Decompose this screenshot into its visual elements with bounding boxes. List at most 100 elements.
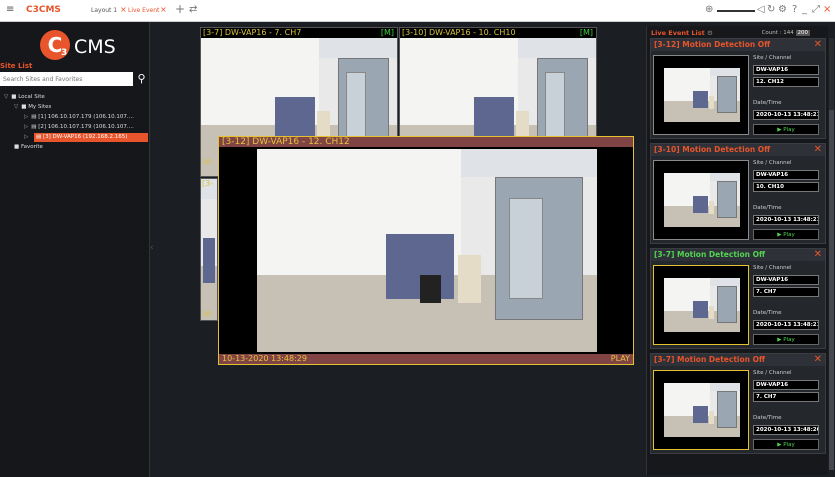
- play-button[interactable]: ▶ Play: [753, 124, 819, 135]
- close-icon[interactable]: ✕: [814, 249, 822, 260]
- event-site: DW-VAP16: [753, 275, 819, 285]
- add-tab-icon[interactable]: +: [175, 2, 185, 16]
- camera-timestamp: 10-: [202, 158, 214, 166]
- datetime-label: Date/Time: [753, 310, 782, 316]
- camera-mode-badge: [M]: [380, 28, 394, 37]
- focused-camera-view[interactable]: [3-12] DW-VAP16 - 12. CH12 10-13-2020 13…: [218, 136, 634, 365]
- back-icon[interactable]: ◁: [757, 4, 765, 15]
- site-list-panel: C 3 CMS Site List ⚲ ▽■ Local Site ▽■ My …: [0, 22, 150, 477]
- title-bar: ≡ C3CMS Layout 1 × Live Event × + ⇄ ⊕ ◁ …: [0, 0, 835, 22]
- expand-icon[interactable]: ▷: [24, 124, 28, 130]
- tree-favorite[interactable]: ■ Favorite: [14, 143, 43, 152]
- camera-tile-partial[interactable]: [3- 10-: [200, 178, 218, 321]
- help-icon[interactable]: ?: [792, 4, 797, 15]
- thumbnail-image: [664, 68, 740, 122]
- camera-video: [257, 149, 597, 352]
- maximize-icon[interactable]: ⤢: [812, 4, 820, 15]
- camera-video: [201, 179, 217, 320]
- event-title: [3-10] Motion Detection Off: [654, 145, 771, 154]
- datetime-label: Date/Time: [753, 205, 782, 211]
- event-thumbnail[interactable]: [653, 160, 749, 240]
- gear-icon[interactable]: ⚙: [778, 4, 787, 15]
- event-datetime: 2020-10-13 13:48:21: [753, 320, 819, 330]
- site-channel-label: Site / Channel: [753, 265, 792, 271]
- tree-local-site[interactable]: ▽ ■ Local Site: [4, 93, 45, 102]
- app-name: C3CMS: [26, 5, 61, 15]
- menu-icon[interactable]: ≡: [6, 5, 16, 15]
- close-icon[interactable]: ✕: [814, 39, 822, 50]
- site-list-title: Site List: [0, 62, 33, 70]
- camera-label: [3-12] DW-VAP16 - 12. CH12: [222, 137, 350, 147]
- tab-close-icon[interactable]: ×: [120, 5, 127, 14]
- camera-mode-badge: [M]: [579, 28, 593, 37]
- close-icon[interactable]: ✕: [814, 144, 822, 155]
- event-card[interactable]: [3-12] Motion Detection Off ✕ Site / Cha…: [650, 38, 826, 139]
- tab-live-event[interactable]: Live Event: [128, 7, 159, 14]
- event-thumbnail[interactable]: [653, 55, 749, 135]
- expand-icon[interactable]: ▽: [14, 104, 18, 110]
- tree-site-2[interactable]: ▷ ▤ [2] 106.10.107.179 (106.10.107....: [24, 123, 134, 132]
- event-channel: 7. CH7: [753, 392, 819, 402]
- volume-slider[interactable]: [717, 10, 755, 12]
- collapse-panel-icon[interactable]: ‹: [150, 243, 154, 253]
- site-channel-label: Site / Channel: [753, 160, 792, 166]
- tree-my-sites[interactable]: ▽ ■ My Sites: [14, 103, 51, 112]
- camera-label: [3-10] DW-VAP16 - 10. CH10: [402, 28, 516, 37]
- camera-timestamp: 10-: [202, 310, 214, 318]
- refresh-icon[interactable]: ↻: [767, 4, 775, 15]
- event-card[interactable]: [3-7] Motion Detection Off ✕ Site / Chan…: [650, 248, 826, 349]
- search-input[interactable]: [0, 72, 133, 86]
- site-channel-label: Site / Channel: [753, 55, 792, 61]
- expand-icon[interactable]: ▷: [24, 114, 28, 120]
- target-icon[interactable]: ⊕: [705, 4, 713, 15]
- event-card[interactable]: [3-10] Motion Detection Off ✕ Site / Cha…: [650, 143, 826, 244]
- event-card[interactable]: [3-7] Motion Detection Off ✕ Site / Chan…: [650, 353, 826, 454]
- event-channel: 12. CH12: [753, 77, 819, 87]
- event-title: [3-7] Motion Detection Off: [654, 250, 766, 259]
- event-site: DW-VAP16: [753, 65, 819, 75]
- tree-site-3-selected[interactable]: ▤ [3] DW-VAP16 (192.168.2.165): [34, 133, 148, 142]
- event-channel: 10. CH10: [753, 182, 819, 192]
- event-site: DW-VAP16: [753, 380, 819, 390]
- play-button[interactable]: ▶ Play: [753, 334, 819, 345]
- event-datetime: 2020-10-13 13:48:20: [753, 425, 819, 435]
- event-datetime: 2020-10-13 13:48:21: [753, 110, 819, 120]
- settings-icon[interactable]: ⚙: [707, 29, 713, 37]
- logo-3-mark: 3: [61, 48, 68, 58]
- camera-timestamp: 10-13-2020 13:48:29: [222, 354, 307, 363]
- tab-layout-1[interactable]: Layout 1: [91, 7, 117, 14]
- minimize-icon[interactable]: _: [802, 4, 807, 15]
- datetime-label: Date/Time: [753, 415, 782, 421]
- thumbnail-image: [664, 173, 740, 227]
- swap-icon[interactable]: ⇄: [189, 4, 197, 15]
- scrollbar-thumb[interactable]: [829, 110, 834, 470]
- tree-site-3[interactable]: ▷ ▤ [3] DW-VAP16 (192.168.2.165): [24, 133, 148, 142]
- close-icon[interactable]: ✕: [814, 354, 822, 365]
- camera-label: [3-7] DW-VAP16 - 7. CH7: [203, 28, 302, 37]
- event-title: [3-12] Motion Detection Off: [654, 40, 771, 49]
- expand-icon[interactable]: ▷: [24, 134, 28, 140]
- thumbnail-image: [664, 278, 740, 332]
- tree-site-1[interactable]: ▷ ▤ [1] 106.10.107.179 (106.10.107....: [24, 113, 134, 122]
- event-site: DW-VAP16: [753, 170, 819, 180]
- expand-icon[interactable]: ▽: [4, 94, 8, 100]
- folder-icon: ■: [14, 144, 21, 150]
- live-event-panel: Live Event List ⚙ Count : 144 200 [3-12]…: [646, 26, 828, 475]
- recorder-icon: ▤: [36, 134, 43, 140]
- play-button[interactable]: ▶ Play: [753, 439, 819, 450]
- event-title: [3-7] Motion Detection Off: [654, 355, 766, 364]
- tab-close-icon[interactable]: ×: [160, 5, 167, 14]
- event-count: Count : 144 200: [761, 30, 810, 36]
- close-icon[interactable]: ×: [823, 4, 831, 15]
- thumbnail-image: [664, 383, 740, 437]
- site-channel-label: Site / Channel: [753, 370, 792, 376]
- logo-text: CMS: [74, 36, 116, 58]
- playback-status: PLAY: [610, 354, 630, 363]
- count-badge: 200: [795, 30, 810, 36]
- play-button[interactable]: ▶ Play: [753, 229, 819, 240]
- camera-label: [3-: [202, 179, 214, 188]
- search-icon[interactable]: ⚲: [134, 72, 149, 86]
- event-thumbnail[interactable]: [653, 265, 749, 345]
- event-thumbnail[interactable]: [653, 370, 749, 450]
- event-channel: 7. CH7: [753, 287, 819, 297]
